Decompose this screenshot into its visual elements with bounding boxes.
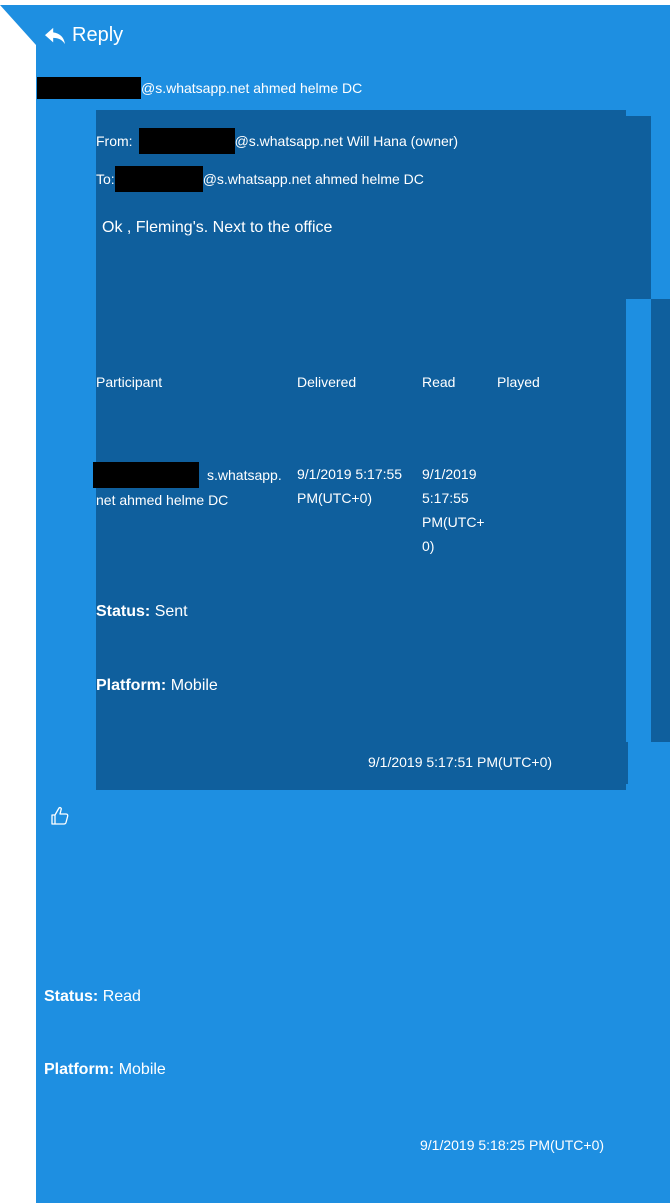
platform-value: Mobile [118, 1061, 166, 1078]
status-label: Status: [44, 988, 99, 1005]
from-suffix: @s.whatsapp.net Will Hana (owner) [234, 133, 459, 149]
reply-header[interactable]: Reply [44, 24, 123, 47]
bubble-tail [0, 5, 36, 45]
to-label: To: [96, 171, 115, 187]
quoted-to: To: @s.whatsapp.net ahmed helme DC [96, 166, 424, 192]
status-value: Read [102, 988, 141, 1005]
read-cell: 9/1/2019 5:17:55 PM(UTC+ 0) [422, 462, 485, 558]
status-value: Sent [154, 603, 188, 620]
col-read: Read [422, 374, 456, 390]
platform-label: Platform: [44, 1061, 115, 1078]
read-line: PM(UTC+ [422, 514, 485, 530]
quoted-message-text: Ok , Fleming's. Next to the office [102, 219, 333, 236]
delivered-line: 9/1/2019 5:17:55 [297, 466, 403, 482]
platform-value: Mobile [170, 677, 218, 694]
col-delivered: Delivered [297, 374, 357, 390]
message-platform: Platform: Mobile [44, 1061, 166, 1079]
to-suffix: @s.whatsapp.net ahmed helme DC [202, 171, 424, 187]
quoted-message-edge [614, 742, 628, 784]
redacted-block [138, 128, 235, 154]
redacted-block [37, 77, 141, 99]
sender-suffix: @s.whatsapp.net ahmed helme DC [141, 80, 363, 96]
quoted-status: Status: Sent [96, 603, 188, 621]
reply-label: Reply [72, 24, 124, 46]
platform-label: Platform: [96, 677, 167, 694]
quoted-from: From: @s.whatsapp.net Will Hana (owner) [96, 128, 458, 154]
from-label: From: [96, 133, 133, 149]
status-label: Status: [96, 603, 151, 620]
participant-line: net ahmed helme DC [96, 492, 229, 508]
participant-line: s.whatsapp. [207, 467, 282, 483]
participant-cell: s.whatsapp. net ahmed helme DC [93, 462, 282, 512]
quoted-notch [626, 110, 670, 116]
col-participant: Participant [96, 374, 163, 390]
reply-arrow-icon [45, 27, 65, 44]
read-line: 0) [422, 538, 435, 554]
read-line: 9/1/2019 [422, 466, 477, 482]
delivered-line: PM(UTC+0) [297, 490, 373, 506]
message-timestamp: 9/1/2019 5:18:25 PM(UTC+0) [420, 1137, 605, 1153]
redacted-block [114, 166, 203, 192]
message-status: Status: Read [44, 988, 141, 1006]
quoted-message-edge [626, 116, 651, 299]
sender-line: @s.whatsapp.net ahmed helme DC [37, 77, 362, 99]
thumbs-up-icon[interactable] [50, 806, 70, 826]
col-played: Played [497, 374, 540, 390]
delivered-cell: 9/1/2019 5:17:55 PM(UTC+0) [297, 462, 402, 510]
quoted-timestamp: 9/1/2019 5:17:51 PM(UTC+0) [368, 754, 553, 770]
read-line: 5:17:55 [422, 490, 469, 506]
redacted-block [93, 462, 199, 488]
quoted-platform: Platform: Mobile [96, 677, 218, 695]
quoted-message-edge [651, 299, 670, 742]
